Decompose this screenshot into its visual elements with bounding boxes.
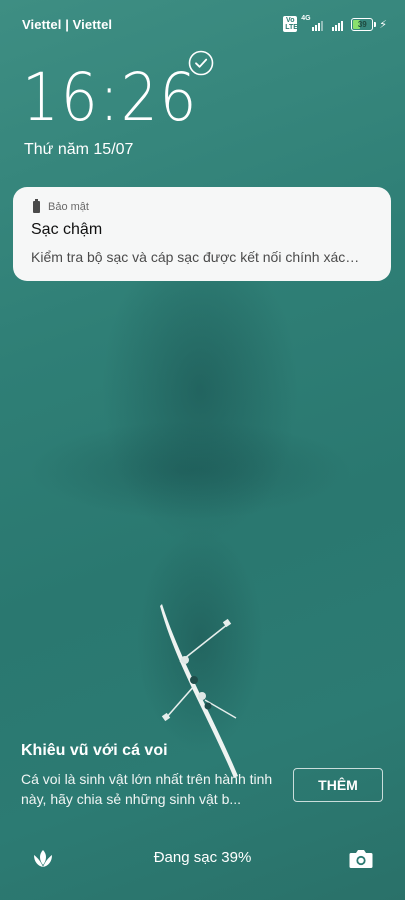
- lockscreen-clock: 16:26: [22, 59, 199, 136]
- signal-icon: 4G: [301, 15, 324, 31]
- story-title: Khiêu vũ với cá voi: [21, 742, 168, 759]
- status-icons: Vo LTE 4G 39 ⚡︎: [283, 15, 387, 32]
- volte-icon: Vo LTE: [283, 16, 298, 32]
- notification-body: Kiểm tra bộ sạc và cáp sạc được kết nối …: [31, 249, 360, 265]
- battery-icon: 39: [351, 17, 376, 31]
- lockscreen-date: Thứ năm 15/07: [24, 141, 134, 158]
- signal-icon-2: [327, 17, 344, 31]
- network-type: 4G: [301, 15, 311, 22]
- charging-status: Đang sạc 39%: [153, 849, 252, 866]
- notification-header: Bảo mật: [33, 199, 89, 213]
- notification-app-name: Bảo mật: [48, 201, 89, 213]
- more-button[interactable]: THÊM: [293, 768, 383, 802]
- notification-title: Sạc chậm: [31, 221, 103, 238]
- story-description: Cá voi là sinh vật lớn nhất trên hành ti…: [21, 771, 273, 807]
- carrier-name: Viettel | Viettel: [22, 17, 113, 32]
- battery-level: 39: [357, 19, 367, 29]
- bottom-bar: Đang sạc 39%: [0, 840, 405, 880]
- battery-app-icon: [33, 199, 40, 213]
- notification-card[interactable]: Bảo mật Sạc chậm Kiểm tra bộ sạc và cáp …: [13, 187, 391, 281]
- status-bar: Viettel | Viettel Vo LTE 4G 39 ⚡︎: [0, 0, 405, 48]
- charging-bolt-icon: ⚡︎: [379, 18, 387, 31]
- camera-icon[interactable]: [348, 847, 374, 871]
